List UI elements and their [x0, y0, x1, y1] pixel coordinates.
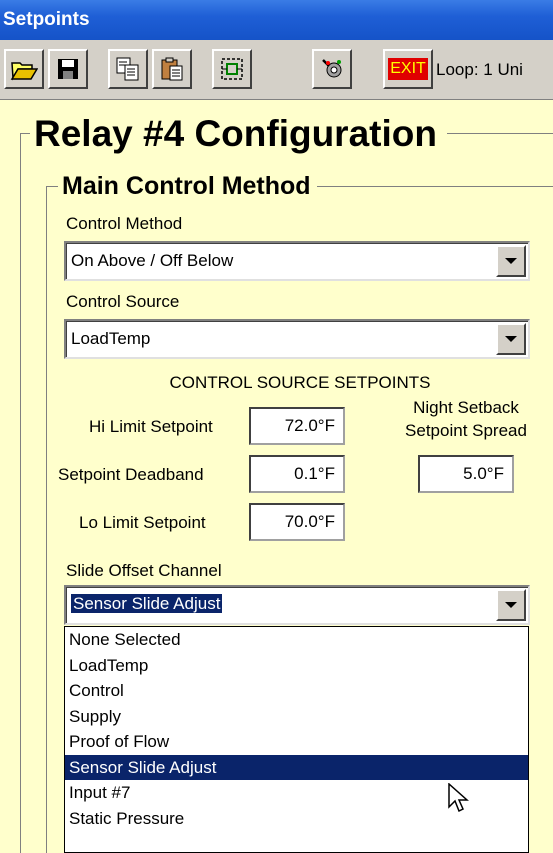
copy-icon — [116, 57, 139, 81]
copy-button[interactable] — [108, 49, 148, 89]
section-group-border-left — [46, 186, 47, 853]
tools-button[interactable] — [312, 49, 352, 89]
option-proof-of-flow[interactable]: Proof of Flow — [65, 729, 528, 755]
hi-limit-input[interactable]: 72.0°F — [249, 407, 345, 445]
tools-icon — [322, 59, 342, 78]
option-supply[interactable]: Supply — [65, 704, 528, 730]
chevron-down-icon — [505, 602, 517, 608]
option-sensor-slide-adjust[interactable]: Sensor Slide Adjust — [65, 754, 528, 780]
deadband-input[interactable]: 0.1°F — [249, 455, 345, 493]
exit-button[interactable]: EXIT — [383, 49, 433, 89]
lo-limit-input[interactable]: 70.0°F — [249, 503, 345, 541]
slide-offset-value: Sensor Slide Adjust — [71, 594, 223, 614]
night-setback-input[interactable]: 5.0°F — [418, 455, 514, 493]
control-method-value: On Above / Off Below — [71, 251, 234, 270]
control-method-select[interactable]: On Above / Off Below — [64, 241, 530, 281]
paste-button[interactable] — [152, 49, 192, 89]
option-loadtemp[interactable]: LoadTemp — [65, 653, 528, 679]
slide-offset-dropdown-button[interactable] — [496, 589, 526, 621]
hi-limit-label: Hi Limit Setpoint — [89, 417, 213, 436]
lo-limit-label: Lo Limit Setpoint — [79, 513, 206, 532]
night-setback-label-line1: Night Setback — [413, 398, 519, 417]
save-button[interactable] — [48, 49, 88, 89]
control-source-dropdown-button[interactable] — [496, 323, 526, 355]
select-frame-icon — [221, 58, 243, 80]
control-source-select[interactable]: LoadTemp — [64, 319, 530, 359]
toolbar: EXIT Loop: 1 Uni — [0, 40, 553, 100]
exit-label: EXIT — [388, 58, 428, 80]
open-folder-icon — [10, 62, 38, 81]
slide-offset-select[interactable]: Sensor Slide Adjust — [64, 585, 530, 625]
chevron-down-icon — [505, 258, 517, 264]
setpoints-heading: CONTROL SOURCE SETPOINTS — [169, 373, 431, 392]
deadband-label: Setpoint Deadband — [58, 465, 204, 484]
slide-offset-options-list[interactable]: None Selected LoadTemp Control Supply Pr… — [64, 626, 529, 853]
control-source-value: LoadTemp — [71, 329, 151, 348]
open-button[interactable] — [4, 49, 44, 89]
chevron-down-icon — [505, 336, 517, 342]
control-method-label: Control Method — [66, 214, 183, 233]
paste-icon — [161, 57, 183, 81]
section-title: Main Control Method — [58, 170, 317, 202]
select-frame-button[interactable] — [212, 49, 252, 89]
mouse-pointer-icon — [448, 783, 469, 813]
option-control[interactable]: Control — [65, 678, 528, 704]
option-none-selected[interactable]: None Selected — [65, 627, 528, 653]
window-title: Setpoints — [0, 0, 553, 40]
config-group-border-left — [20, 133, 21, 853]
page-title: Relay #4 Configuration — [30, 112, 447, 156]
night-setback-label-line2: Setpoint Spread — [405, 421, 527, 440]
control-method-dropdown-button[interactable] — [496, 245, 526, 277]
loop-info: Loop: 1 Uni — [436, 60, 523, 79]
slide-offset-value-text: Sensor Slide Adjust — [71, 594, 223, 613]
control-source-label: Control Source — [66, 292, 180, 311]
save-disk-icon — [58, 59, 78, 79]
slide-offset-label: Slide Offset Channel — [66, 561, 222, 580]
